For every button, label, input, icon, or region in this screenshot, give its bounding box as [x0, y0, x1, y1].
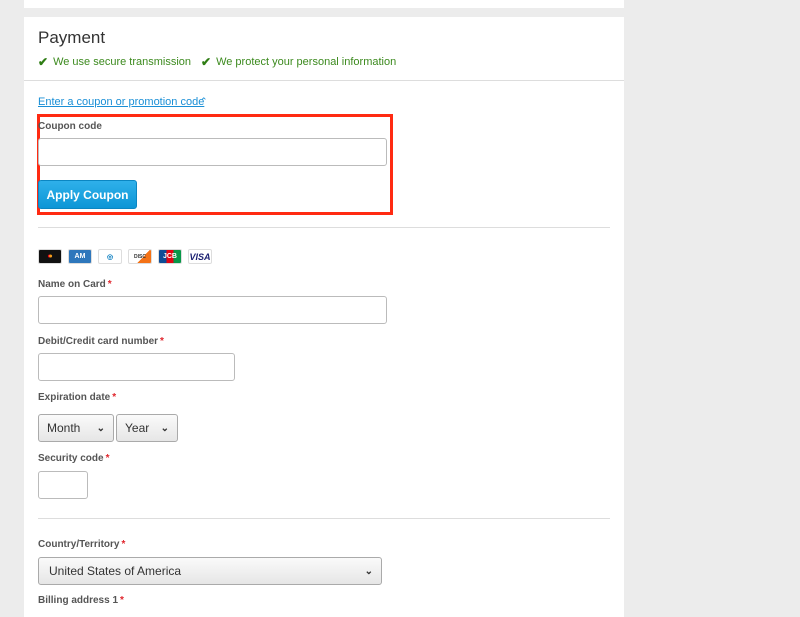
- amex-icon: AM: [68, 249, 92, 264]
- chevron-down-icon: ⌄: [96, 422, 105, 434]
- assurance-privacy: ✔ We protect your personal information: [201, 55, 396, 69]
- expiration-label: Expiration date *: [38, 392, 117, 403]
- security-code-input[interactable]: [38, 471, 88, 499]
- name-on-card-label: Name on Card *: [38, 279, 112, 290]
- payment-panel: Payment ✔ We use secure transmission ✔ We …: [24, 17, 624, 617]
- security-code-label: Security code *: [38, 453, 110, 464]
- diners-club-icon: ◎: [98, 249, 122, 264]
- coupon-toggle-link[interactable]: Enter a coupon or promotion code: [38, 96, 204, 108]
- country-select[interactable]: United States of America ⌄: [38, 557, 382, 585]
- coupon-code-input[interactable]: [38, 138, 387, 166]
- assurance-text: We use secure transmission: [53, 56, 192, 68]
- card-number-label: Debit/Credit card number *: [38, 336, 164, 347]
- check-icon: ✔: [38, 55, 49, 69]
- card-brands: ● ● AM ◎ DISC JCB VISA: [38, 249, 212, 264]
- assurance-text: We protect your personal information: [216, 56, 397, 68]
- divider: [38, 518, 610, 519]
- month-select[interactable]: Month ⌄: [38, 414, 114, 442]
- top-panel: [24, 0, 624, 8]
- chevron-down-icon: ⌄: [364, 565, 373, 577]
- billing-address-label: Billing address 1 *: [38, 595, 124, 606]
- page-title: Payment: [38, 28, 106, 47]
- mastercard-icon: ● ●: [38, 249, 62, 264]
- year-select[interactable]: Year ⌄: [116, 414, 178, 442]
- jcb-icon: JCB: [158, 249, 182, 264]
- coupon-code-label: Coupon code: [38, 121, 102, 132]
- apply-coupon-button[interactable]: Apply Coupon: [38, 180, 137, 209]
- card-number-input[interactable]: [38, 353, 235, 381]
- assurance-secure: ✔ We use secure transmission: [38, 55, 191, 69]
- country-label: Country/Territory *: [38, 539, 126, 550]
- chevron-up-icon[interactable]: ⌃: [200, 96, 208, 107]
- check-icon: ✔: [201, 55, 212, 69]
- visa-icon: VISA: [188, 249, 212, 264]
- chevron-down-icon: ⌄: [160, 422, 169, 434]
- discover-icon: DISC: [128, 249, 152, 264]
- divider: [24, 80, 624, 81]
- name-on-card-input[interactable]: [38, 296, 387, 324]
- divider: [38, 227, 610, 228]
